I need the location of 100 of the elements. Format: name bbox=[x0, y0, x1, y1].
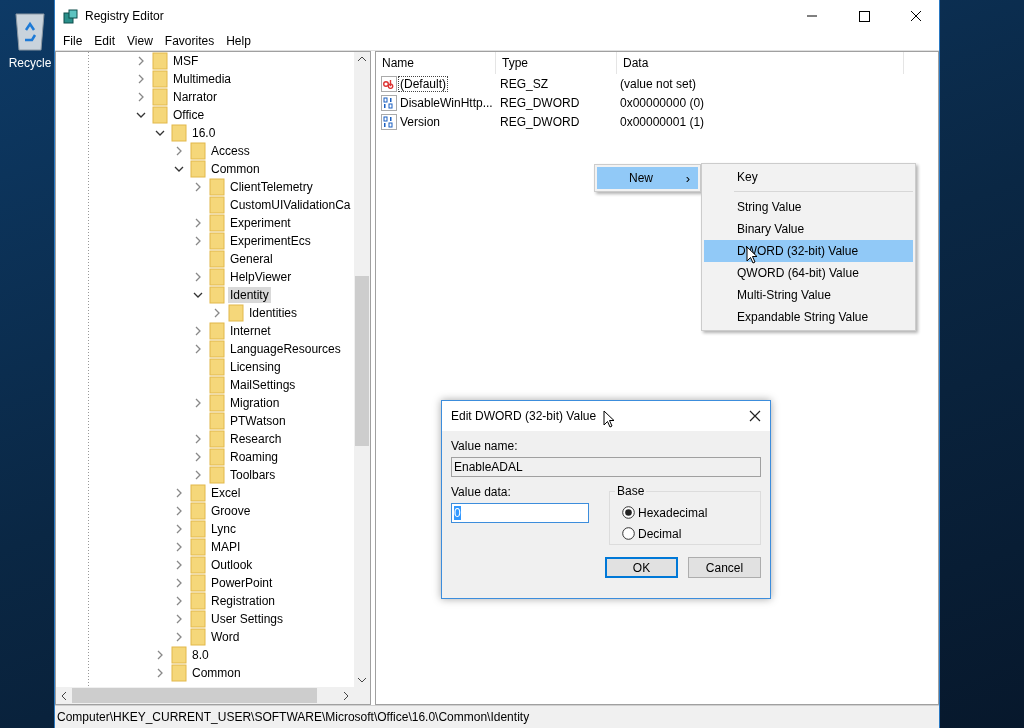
chevron-right-icon[interactable] bbox=[193, 452, 203, 462]
chevron-right-icon[interactable] bbox=[174, 632, 184, 642]
vertical-scrollbar[interactable] bbox=[354, 52, 370, 687]
tree-item[interactable]: Licensing bbox=[228, 359, 283, 375]
column-header[interactable]: Type bbox=[496, 52, 617, 74]
tree-item[interactable]: Office bbox=[171, 107, 207, 123]
folder-icon bbox=[171, 664, 187, 682]
tree-item[interactable]: 8.0 bbox=[190, 647, 211, 663]
radio-button[interactable] bbox=[622, 527, 635, 540]
chevron-right-icon[interactable] bbox=[174, 506, 184, 516]
column-header[interactable]: Data bbox=[617, 52, 904, 74]
value-name-field[interactable]: EnableADAL bbox=[451, 457, 761, 477]
folder-icon bbox=[190, 160, 206, 178]
menu-item[interactable]: Favorites bbox=[158, 34, 221, 48]
tree-item[interactable]: General bbox=[228, 251, 275, 267]
tree-item[interactable]: MailSettings bbox=[228, 377, 298, 393]
tree-item[interactable]: User Settings bbox=[209, 611, 286, 627]
chevron-right-icon[interactable] bbox=[174, 488, 184, 498]
tree-item[interactable]: MAPI bbox=[209, 539, 243, 555]
tree-item[interactable]: Experiment bbox=[228, 215, 293, 231]
folder-icon bbox=[209, 430, 225, 448]
chevron-right-icon[interactable] bbox=[136, 74, 146, 84]
chevron-right-icon[interactable] bbox=[136, 56, 146, 66]
tree-item[interactable]: PTWatson bbox=[228, 413, 288, 429]
menu-item[interactable]: File bbox=[57, 34, 89, 48]
tree-item[interactable]: Groove bbox=[209, 503, 253, 519]
value-name[interactable]: (Default) bbox=[398, 75, 448, 92]
chevron-right-icon[interactable] bbox=[174, 578, 184, 588]
menu-item[interactable]: View bbox=[121, 34, 159, 48]
tree-item[interactable]: ExperimentEcs bbox=[228, 233, 313, 249]
tree-item[interactable]: Multimedia bbox=[171, 71, 234, 87]
tree-item[interactable]: Identity bbox=[228, 287, 271, 303]
chevron-right-icon[interactable] bbox=[193, 272, 203, 282]
chevron-right-icon[interactable] bbox=[174, 524, 184, 534]
chevron-right-icon[interactable] bbox=[155, 650, 165, 660]
tree-item[interactable]: HelpViewer bbox=[228, 269, 294, 285]
chevron-down-icon[interactable] bbox=[193, 290, 203, 300]
tree-item[interactable]: Excel bbox=[209, 485, 243, 501]
chevron-right-icon[interactable] bbox=[174, 596, 184, 606]
menu-item[interactable]: Help bbox=[220, 34, 257, 48]
tree-item[interactable]: Common bbox=[209, 161, 262, 177]
chevron-right-icon[interactable] bbox=[193, 182, 203, 192]
chevron-right-icon[interactable] bbox=[193, 434, 203, 444]
tree-item[interactable]: Narrator bbox=[171, 89, 219, 105]
tree-item[interactable]: Migration bbox=[228, 395, 282, 411]
menu-item[interactable]: New › bbox=[597, 167, 698, 189]
tree-item[interactable]: Research bbox=[228, 431, 284, 447]
scrollbar-thumb[interactable] bbox=[72, 688, 317, 703]
tree-item[interactable]: CustomUIValidationCa bbox=[228, 197, 353, 213]
chevron-down-icon[interactable] bbox=[155, 128, 165, 138]
tree-item[interactable]: MSF bbox=[171, 53, 201, 69]
chevron-right-icon[interactable] bbox=[174, 614, 184, 624]
chevron-right-icon[interactable] bbox=[174, 560, 184, 570]
tree-item[interactable]: Toolbars bbox=[228, 467, 278, 483]
folder-icon bbox=[209, 322, 225, 340]
folder-icon bbox=[209, 358, 225, 376]
chevron-right-icon[interactable] bbox=[193, 398, 203, 408]
chevron-right-icon[interactable] bbox=[193, 344, 203, 354]
tree-item[interactable]: PowerPoint bbox=[209, 575, 275, 591]
tree-item[interactable]: LanguageResources bbox=[228, 341, 343, 357]
chevron-down-icon[interactable] bbox=[136, 110, 146, 120]
chevron-right-icon[interactable] bbox=[174, 542, 184, 552]
menu-item[interactable]: Key bbox=[704, 166, 913, 188]
scrollbar-thumb[interactable] bbox=[355, 276, 369, 446]
tree-item[interactable]: 16.0 bbox=[190, 125, 218, 141]
tree-item[interactable]: Roaming bbox=[228, 449, 281, 465]
menu-item[interactable]: Edit bbox=[88, 34, 122, 48]
chevron-right-icon[interactable] bbox=[212, 308, 222, 318]
chevron-right-icon[interactable] bbox=[193, 218, 203, 228]
folder-icon bbox=[171, 124, 187, 142]
tree-item[interactable]: Outlook bbox=[209, 557, 255, 573]
menu-item[interactable]: Expandable String Value bbox=[704, 306, 913, 328]
chevron-right-icon[interactable] bbox=[193, 470, 203, 480]
tree-item[interactable]: Internet bbox=[228, 323, 273, 339]
folder-icon bbox=[209, 466, 225, 484]
chevron-right-icon[interactable] bbox=[193, 326, 203, 336]
tree-item[interactable]: ClientTelemetry bbox=[228, 179, 315, 195]
chevron-right-icon[interactable] bbox=[155, 668, 165, 678]
dialog-button[interactable]: Cancel bbox=[688, 557, 761, 578]
column-header[interactable]: Name bbox=[376, 52, 496, 74]
chevron-right-icon[interactable] bbox=[193, 236, 203, 246]
tree-item[interactable]: Identities bbox=[247, 305, 300, 321]
value-name[interactable]: DisableWinHttp... bbox=[398, 94, 495, 111]
dialog-button[interactable]: OK bbox=[605, 557, 678, 578]
tree-item[interactable]: Registration bbox=[209, 593, 278, 609]
radio-button[interactable] bbox=[622, 506, 635, 519]
close-icon[interactable] bbox=[748, 409, 762, 423]
value-name[interactable]: Version bbox=[398, 113, 443, 130]
chevron-right-icon[interactable] bbox=[136, 92, 146, 102]
chevron-right-icon[interactable] bbox=[174, 146, 184, 156]
menu-item[interactable]: Binary Value bbox=[704, 218, 913, 240]
chevron-down-icon[interactable] bbox=[174, 164, 184, 174]
tree-item[interactable]: Word bbox=[209, 629, 242, 645]
menu-item[interactable]: String Value bbox=[704, 196, 913, 218]
menu-item[interactable]: Multi-String Value bbox=[704, 284, 913, 306]
tree-item[interactable]: Lync bbox=[209, 521, 238, 537]
tree-item[interactable]: Common bbox=[190, 665, 243, 681]
folder-icon bbox=[209, 376, 225, 394]
tree-item[interactable]: Access bbox=[209, 143, 252, 159]
menu-item[interactable]: QWORD (64-bit) Value bbox=[704, 262, 913, 284]
